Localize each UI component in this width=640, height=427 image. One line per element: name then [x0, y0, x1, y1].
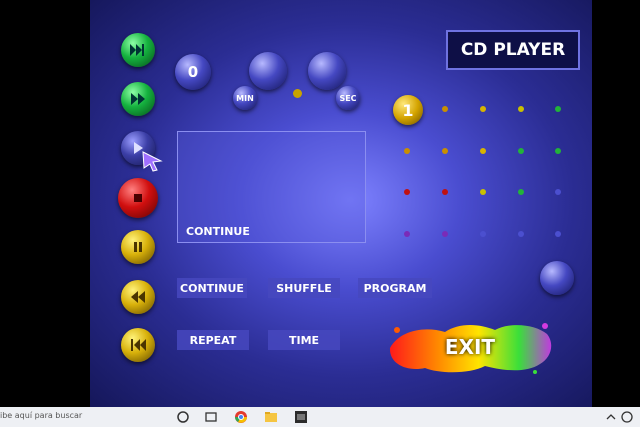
minutes-orb	[249, 52, 287, 90]
track-dot[interactable]	[518, 106, 524, 112]
track-dot[interactable]	[555, 106, 561, 112]
track-dot[interactable]	[442, 231, 448, 237]
track-dot[interactable]	[518, 189, 524, 195]
track-dot[interactable]	[518, 231, 524, 237]
next-track-icon	[130, 44, 144, 56]
display-panel: CONTINUE	[177, 131, 366, 243]
track-dot[interactable]	[442, 189, 448, 195]
seconds-label: SEC	[339, 93, 357, 103]
display-mode-text: CONTINUE	[186, 225, 250, 238]
task-view-icon[interactable]	[204, 410, 218, 424]
taskbar: ibe aquí para buscar	[0, 407, 640, 427]
rewind-button[interactable]	[121, 280, 155, 314]
file-explorer-icon[interactable]	[264, 410, 278, 424]
track-counter: 0	[175, 54, 211, 90]
separator-dot	[293, 89, 302, 98]
track-dot[interactable]	[442, 106, 448, 112]
track-dot[interactable]	[480, 106, 486, 112]
mouse-cursor-icon	[142, 151, 163, 172]
track-dot[interactable]	[442, 148, 448, 154]
seconds-label-badge: SEC	[336, 86, 360, 110]
track-dot[interactable]	[404, 148, 410, 154]
track-dot[interactable]	[555, 189, 561, 195]
cd-player-window: 0 MIN SEC CONTINUE CD PLAYER 1 CONTINUE …	[90, 0, 592, 407]
app-title: CD PLAYER	[446, 30, 580, 70]
pause-button[interactable]	[121, 230, 155, 264]
system-tray-icon[interactable]	[604, 410, 618, 424]
track-1-label: 1	[402, 100, 414, 120]
program-button[interactable]: PROGRAM	[358, 278, 432, 298]
track-dot[interactable]	[518, 148, 524, 154]
cortana-icon[interactable]	[176, 410, 190, 424]
previous-track-button[interactable]	[121, 328, 155, 362]
rewind-icon	[131, 291, 145, 303]
track-1-button[interactable]: 1	[393, 95, 423, 125]
track-dot[interactable]	[480, 189, 486, 195]
track-counter-value: 0	[187, 63, 199, 81]
shuffle-button[interactable]: SHUFFLE	[268, 278, 340, 298]
chrome-icon[interactable]	[234, 410, 248, 424]
time-button[interactable]: TIME	[268, 330, 340, 350]
minutes-label-badge: MIN	[233, 86, 257, 110]
track-dot[interactable]	[480, 148, 486, 154]
network-icon[interactable]	[620, 410, 634, 424]
app-taskbar-icon[interactable]	[294, 410, 308, 424]
taskbar-search-input[interactable]: ibe aquí para buscar	[0, 411, 82, 420]
time-label: TIME	[288, 333, 320, 347]
program-label: PROGRAM	[363, 281, 427, 295]
next-track-button[interactable]	[121, 33, 155, 67]
app-title-text: CD PLAYER	[460, 40, 566, 60]
track-dot[interactable]	[404, 231, 410, 237]
exit-button[interactable]: EXIT	[385, 318, 555, 376]
shuffle-label: SHUFFLE	[276, 281, 332, 295]
exit-label: EXIT	[444, 335, 496, 359]
track-dot[interactable]	[404, 189, 410, 195]
fast-forward-button[interactable]	[121, 82, 155, 116]
minutes-label: MIN	[236, 93, 254, 103]
repeat-label: REPEAT	[189, 333, 237, 347]
continue-label: CONTINUE	[180, 281, 244, 295]
fast-forward-icon	[131, 93, 145, 105]
volume-knob[interactable]	[540, 261, 574, 295]
stop-button[interactable]	[118, 178, 158, 218]
track-dot[interactable]	[555, 231, 561, 237]
previous-track-icon	[131, 339, 146, 351]
track-dot[interactable]	[555, 148, 561, 154]
pause-icon	[134, 242, 142, 252]
stop-icon	[134, 194, 142, 202]
seconds-orb	[308, 52, 346, 90]
track-dot[interactable]	[480, 231, 486, 237]
repeat-button[interactable]: REPEAT	[177, 330, 249, 350]
continue-button[interactable]: CONTINUE	[177, 278, 247, 298]
